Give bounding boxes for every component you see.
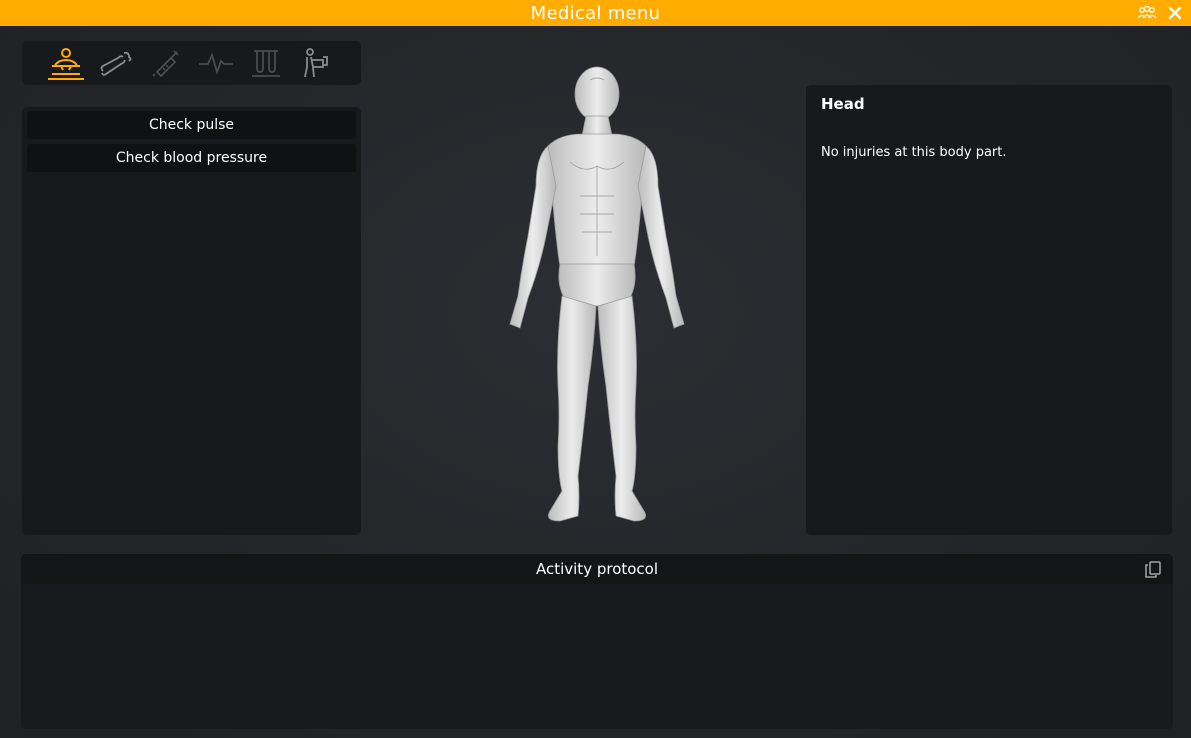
tab-lab[interactable] bbox=[248, 46, 284, 80]
actions-panel: Check pulse Check blood pressure bbox=[22, 107, 361, 535]
check-blood-pressure-button[interactable]: Check blood pressure bbox=[27, 144, 356, 172]
tab-transport[interactable] bbox=[298, 46, 334, 80]
body-part-left-leg bbox=[547, 295, 597, 522]
tab-examine[interactable] bbox=[48, 46, 84, 80]
window-title: Medical menu bbox=[530, 2, 661, 24]
check-pulse-button[interactable]: Check pulse bbox=[27, 111, 356, 139]
heartbeat-icon bbox=[199, 52, 233, 75]
body-part-right-leg bbox=[597, 295, 647, 522]
syringe-icon bbox=[152, 50, 179, 78]
group-icon[interactable] bbox=[1137, 3, 1157, 23]
copy-icon[interactable] bbox=[1143, 559, 1163, 579]
activity-protocol-title: Activity protocol bbox=[535, 560, 659, 578]
body-part-head bbox=[574, 66, 620, 122]
bone-icon bbox=[100, 51, 132, 76]
body-part-left-arm bbox=[509, 145, 557, 329]
title-bar: Medical menu bbox=[0, 0, 1191, 26]
activity-protocol-panel: Activity protocol bbox=[21, 554, 1173, 729]
body-part-neck bbox=[581, 115, 613, 137]
test-tubes-icon bbox=[252, 50, 280, 77]
body-part-right-arm bbox=[637, 145, 685, 329]
tab-vitals[interactable] bbox=[198, 46, 234, 80]
activity-protocol-header: Activity protocol bbox=[21, 554, 1173, 584]
injury-status-text: No injuries at this body part. bbox=[821, 145, 1007, 160]
body-part-info-panel: Head No injuries at this body part. bbox=[806, 85, 1172, 535]
body-model[interactable] bbox=[500, 66, 690, 524]
examine-patient-icon bbox=[52, 48, 80, 75]
close-icon[interactable] bbox=[1165, 3, 1185, 23]
carry-patient-icon bbox=[304, 48, 328, 78]
category-tabs bbox=[22, 41, 361, 85]
body-part-title: Head bbox=[821, 95, 865, 113]
tab-injection[interactable] bbox=[148, 46, 184, 80]
tab-bones[interactable] bbox=[98, 46, 134, 80]
